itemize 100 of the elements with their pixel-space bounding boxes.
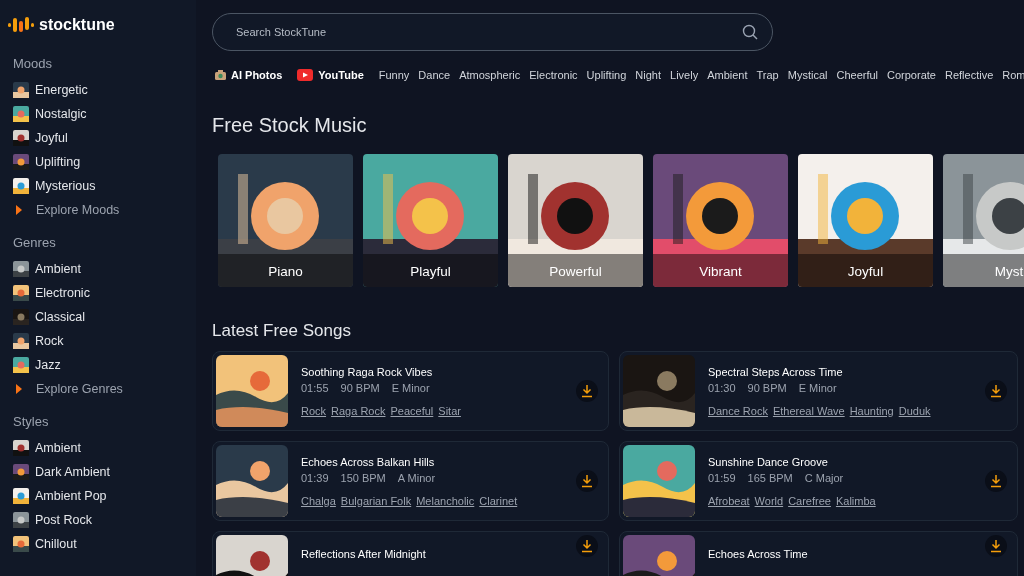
tag-link[interactable]: Corporate xyxy=(887,69,936,81)
download-icon xyxy=(989,474,1003,488)
section-heading: Moods xyxy=(13,56,54,71)
tag-link[interactable]: Peaceful xyxy=(390,404,434,417)
sidebar-link[interactable]: Uplifting xyxy=(35,155,81,169)
category-card[interactable]: Piano xyxy=(218,154,353,287)
download-icon xyxy=(580,539,594,553)
tag-link[interactable]: Duduk xyxy=(898,404,931,417)
download-button[interactable] xyxy=(576,470,598,492)
section-heading: Styles xyxy=(13,414,50,429)
tag-link[interactable]: Rom xyxy=(1002,69,1024,81)
tag-link[interactable]: Trap xyxy=(756,69,779,81)
card-label: Vibrant xyxy=(698,264,743,279)
tag-link[interactable]: Uplifting xyxy=(586,69,627,81)
explore-link[interactable]: Explore Genres xyxy=(36,382,123,396)
tag-link[interactable]: Chalga xyxy=(301,494,336,507)
sidebar-link[interactable]: Mysterious xyxy=(35,179,96,193)
sidebar-link[interactable]: Ambient xyxy=(35,441,81,455)
song-card[interactable]: Echoes Across Time xyxy=(619,531,1018,576)
tag-link[interactable]: Clarinet xyxy=(479,494,518,507)
sidebar-link[interactable]: Jazz xyxy=(35,358,61,372)
song-title[interactable]: Soothing Raga Rock Vibes xyxy=(301,365,576,378)
section-heading: Free Stock Music xyxy=(212,114,368,137)
download-button[interactable] xyxy=(985,535,1007,557)
logo-text[interactable]: stocktune xyxy=(39,16,115,34)
sidebar-link[interactable]: Ambient xyxy=(35,262,81,276)
tag-link[interactable]: Kalimba xyxy=(835,494,876,507)
song-card[interactable]: Reflections After Midnight xyxy=(212,531,609,576)
category-card[interactable]: Playful xyxy=(363,154,498,287)
tag-link[interactable]: World xyxy=(754,494,784,507)
song-bpm: 165 BPM xyxy=(747,471,793,484)
tag-link[interactable]: Raga Rock xyxy=(331,404,386,417)
sidebar-link[interactable]: Energetic xyxy=(35,83,88,97)
tag-link[interactable]: Sitar xyxy=(438,404,461,417)
sidebar-link[interactable]: Classical xyxy=(35,310,85,324)
tag-link[interactable]: Lively xyxy=(670,69,699,81)
download-icon xyxy=(989,539,1003,553)
download-button[interactable] xyxy=(576,535,598,557)
sidebar-link[interactable]: Electronic xyxy=(35,286,90,300)
tag-link[interactable]: Funny xyxy=(378,69,410,81)
tag-link[interactable]: Reflective xyxy=(944,69,994,81)
nav-link[interactable]: AI Photos xyxy=(231,69,283,81)
search-field[interactable]: Search StockTune xyxy=(234,25,742,39)
song-title[interactable]: Echoes Across Balkan Hills xyxy=(301,455,576,468)
tag-link[interactable]: Dance xyxy=(418,69,451,81)
download-button[interactable] xyxy=(985,470,1007,492)
tag-link[interactable]: Rock xyxy=(301,404,327,417)
tag-link[interactable]: Ambient xyxy=(707,69,748,81)
song-card[interactable]: Soothing Raga Rock Vibes 01:55 90 BPM E Minor Rock Raga Rock Peaceful Sitar xyxy=(212,351,609,431)
sidebar-link[interactable]: Post Rock xyxy=(35,513,92,527)
explore-link[interactable]: Explore Moods xyxy=(36,203,120,217)
category-card[interactable]: Joyful xyxy=(798,154,933,287)
card-label: Joyful xyxy=(846,264,885,279)
tag-link[interactable]: Night xyxy=(635,69,661,81)
section-heading: Genres xyxy=(13,235,57,250)
download-icon xyxy=(989,384,1003,398)
song-title[interactable]: Sunshine Dance Groove xyxy=(708,455,985,468)
category-card[interactable]: Vibrant xyxy=(653,154,788,287)
song-key: C Major xyxy=(804,471,844,484)
sidebar-link[interactable]: Chillout xyxy=(35,537,77,551)
triangle-icon xyxy=(16,205,22,215)
category-card[interactable]: Powerful xyxy=(508,154,643,287)
song-duration: 01:59 xyxy=(708,471,736,484)
song-key: E Minor xyxy=(391,381,430,394)
tag-link[interactable]: Dance Rock xyxy=(708,404,768,417)
sidebar-link[interactable]: Rock xyxy=(35,334,64,348)
card-label: Piano xyxy=(267,264,304,279)
card-label: Playful xyxy=(409,264,452,279)
logo-icon xyxy=(8,16,34,34)
sidebar-link[interactable]: Nostalgic xyxy=(35,107,87,121)
sidebar-link[interactable]: Ambient Pop xyxy=(35,489,107,503)
song-card[interactable]: Sunshine Dance Groove 01:59 165 BPM C Major Afrobeat World Carefree Kalimba xyxy=(619,441,1018,521)
section-heading: Latest Free Songs xyxy=(212,321,352,341)
song-duration: 01:55 xyxy=(301,381,329,394)
tag-link[interactable]: Bulgarian Folk xyxy=(340,494,412,507)
song-card[interactable]: Spectral Steps Across Time 01:30 90 BPM E Minor Dance Rock Ethereal Wave Haunting Duduk xyxy=(619,351,1018,431)
song-title[interactable]: Reflections After Midnight xyxy=(301,548,576,560)
sidebar-link[interactable]: Dark Ambient xyxy=(35,465,111,479)
tag-link[interactable]: Ethereal Wave xyxy=(772,404,845,417)
triangle-icon xyxy=(16,384,22,394)
tag-link[interactable]: Electronic xyxy=(529,69,578,81)
song-bpm: 90 BPM xyxy=(340,381,380,394)
tag-link[interactable]: Melancholic xyxy=(416,494,475,507)
sidebar-link[interactable]: Joyful xyxy=(35,131,68,145)
song-title[interactable]: Echoes Across Time xyxy=(708,548,985,560)
tag-link[interactable]: Atmospheric xyxy=(459,69,521,81)
song-card[interactable]: Echoes Across Balkan Hills 01:39 150 BPM A Minor Chalga Bulgarian Folk Melancholic Clarinet xyxy=(212,441,609,521)
tag-link[interactable]: Afrobeat xyxy=(708,494,750,507)
search-icon[interactable] xyxy=(742,24,758,40)
search-bar[interactable]: Search StockTune xyxy=(212,13,773,51)
tag-link[interactable]: Haunting xyxy=(849,404,894,417)
tag-link[interactable]: Cheerful xyxy=(836,69,879,81)
download-button[interactable] xyxy=(576,380,598,402)
download-button[interactable] xyxy=(985,380,1007,402)
camera-icon xyxy=(215,70,226,80)
song-bpm: 150 BPM xyxy=(340,471,386,484)
tag-link[interactable]: Mystical xyxy=(787,69,828,81)
tag-link[interactable]: Carefree xyxy=(788,494,831,507)
song-title[interactable]: Spectral Steps Across Time xyxy=(708,365,985,378)
nav-link[interactable]: YouTube xyxy=(318,69,364,81)
